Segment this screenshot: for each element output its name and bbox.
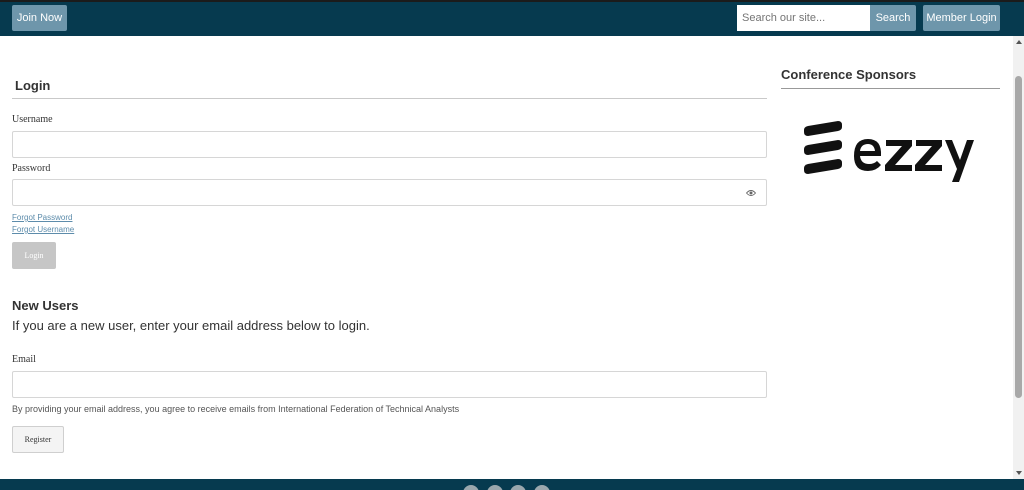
top-navigation-bar: Join Now Search Member Login [0,0,1024,36]
new-users-instructions: If you are a new user, enter your email … [12,318,370,333]
forgot-username-link[interactable]: Forgot Username [12,225,74,234]
member-login-button[interactable]: Member Login [923,5,1000,31]
ezzy-sponsor-logo[interactable] [802,118,974,188]
login-divider [12,98,767,99]
register-button[interactable]: Register [12,426,64,453]
password-label: Password [12,163,51,174]
join-now-button[interactable]: Join Now [12,5,67,31]
login-heading: Login [15,78,51,93]
sponsors-heading: Conference Sponsors [781,67,917,82]
email-label: Email [12,354,36,365]
sponsors-divider [781,88,1000,89]
scrollbar-thumb[interactable] [1015,76,1022,398]
email-field[interactable] [12,371,767,398]
page-scrollbar[interactable] [1013,36,1024,479]
search-button[interactable]: Search [870,5,916,31]
scroll-down-arrow-icon[interactable] [1016,471,1022,475]
email-consent-text: By providing your email address, you agr… [12,404,460,414]
new-users-heading: New Users [12,298,79,313]
login-submit-button[interactable]: Login [12,242,56,269]
password-field[interactable] [12,179,767,206]
eye-icon[interactable] [746,189,756,197]
username-field[interactable] [12,131,767,158]
search-input[interactable] [737,5,870,31]
scroll-up-arrow-icon[interactable] [1016,40,1022,44]
username-label: Username [12,114,53,125]
forgot-password-link[interactable]: Forgot Password [12,213,72,222]
